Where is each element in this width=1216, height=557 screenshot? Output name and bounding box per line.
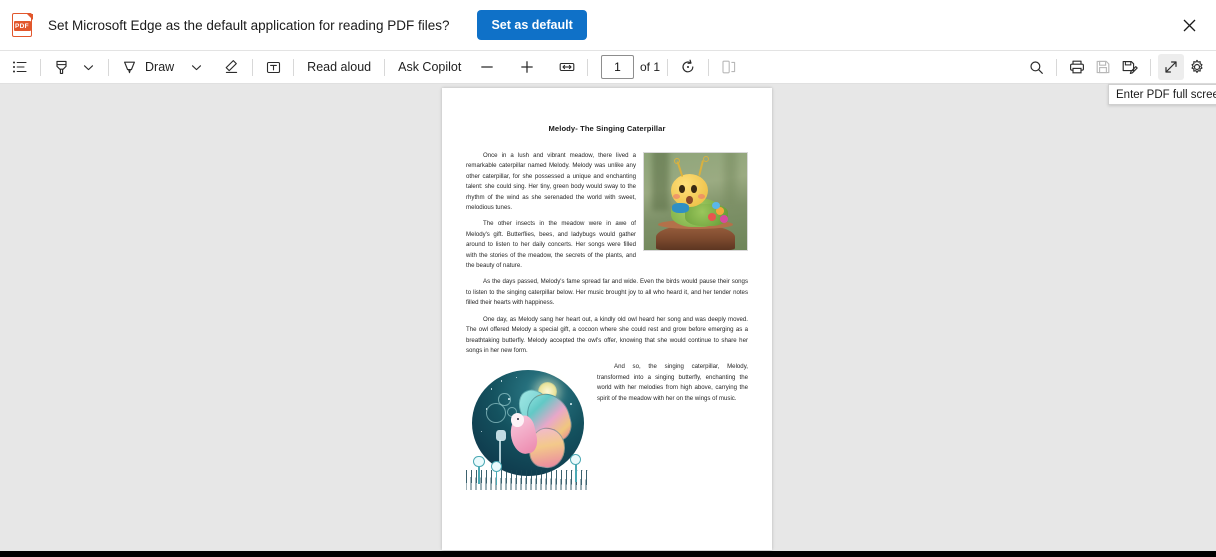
document-content: Melody- The Singing Caterpillar Once in … [466,124,748,494]
add-text-button[interactable] [260,54,286,80]
toolbar-center-group: of 1 [474,54,742,80]
search-icon [1029,60,1043,74]
document-paragraph: One day, as Melody sang her heart out, a… [466,315,748,354]
page-view-button[interactable] [716,54,742,80]
default-app-notification-bar: PDF Set Microsoft Edge as the default ap… [0,0,1216,51]
toolbar-left-group: Draw Read aloud Ask Copilot [0,54,467,80]
erase-button[interactable] [219,54,245,80]
table-of-contents-button[interactable] [7,54,33,80]
page-total-label: of 1 [639,60,661,74]
chevron-down-icon [191,64,201,70]
toolbar-separator [252,58,254,76]
toolbar-separator [40,58,41,76]
page-view-icon [722,60,736,74]
rotate-icon [682,59,694,73]
print-icon [1070,60,1084,74]
add-text-icon [266,61,280,73]
toolbar-separator [1056,58,1057,76]
draw-button[interactable] [116,54,142,80]
enter-fullscreen-icon [1165,61,1177,73]
draw-label[interactable]: Draw [145,60,174,74]
document-title: Melody- The Singing Caterpillar [548,124,666,133]
pdf-viewer-canvas[interactable]: Melody- The Singing Caterpillar Once in … [0,84,1216,551]
set-as-default-button[interactable]: Set as default [477,10,587,40]
zoom-in-icon [521,61,533,73]
close-icon [1183,19,1195,31]
fullscreen-tooltip: Enter PDF full screen [1108,84,1216,105]
toolbar-separator [586,58,588,76]
zoom-out-button[interactable] [474,54,500,80]
eraser-icon [225,60,238,73]
toolbar-separator [108,58,109,76]
draw-options-button[interactable] [183,54,209,80]
singing-butterfly-illustration [466,365,590,492]
pdf-page-1: Melody- The Singing Caterpillar Once in … [442,88,772,550]
highlighter-icon [55,60,67,74]
highlight-button[interactable] [48,54,74,80]
zoom-in-button[interactable] [514,54,540,80]
save-icon [1096,60,1110,74]
enter-fullscreen-button[interactable] [1158,54,1184,80]
caterpillar-photo [643,152,748,251]
rotate-button[interactable] [675,54,701,80]
fit-to-width-icon [559,62,575,72]
save-as-button[interactable] [1116,54,1143,80]
read-aloud-button[interactable]: Read aloud [301,60,377,74]
search-button[interactable] [1023,54,1049,80]
settings-button[interactable] [1184,54,1210,80]
save-button[interactable] [1090,54,1116,80]
document-paragraph: As the days passed, Melody's fame spread… [466,278,748,307]
highlight-options-button[interactable] [75,54,101,80]
fit-to-width-button[interactable] [554,54,580,80]
page-number-input[interactable] [600,55,634,79]
zoom-out-icon [481,66,493,68]
notification-message: Set Microsoft Edge as the default applic… [48,17,450,33]
toolbar-separator [293,58,295,76]
close-notification-button[interactable] [1172,9,1206,41]
edge-pdf-viewer-window: PDF Set Microsoft Edge as the default ap… [0,0,1216,557]
toolbar-separator [708,58,710,76]
print-button[interactable] [1064,54,1090,80]
toolbar-separator [384,58,386,76]
chevron-down-icon [83,64,93,70]
window-bottom-edge [0,551,1216,557]
pdf-toolbar: Draw Read aloud Ask Copilot 1 of 1 [0,51,1216,84]
gear-icon [1191,59,1203,74]
save-as-icon [1122,60,1138,74]
pdf-file-icon: PDF [12,13,34,37]
toolbar-right-group [1023,54,1210,80]
ask-copilot-button[interactable]: Ask Copilot [392,60,467,74]
toolbar-separator [667,58,669,76]
table-of-contents-icon [12,61,27,73]
toolbar-separator [1150,58,1151,76]
draw-pen-icon [123,61,135,73]
